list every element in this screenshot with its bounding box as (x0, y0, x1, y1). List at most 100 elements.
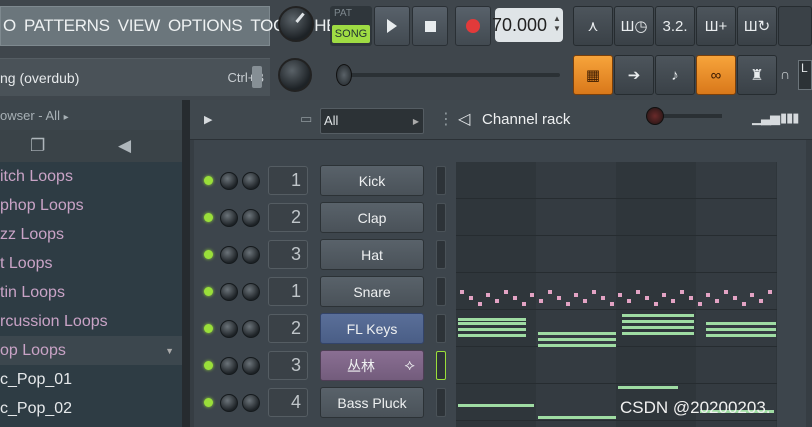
list-item[interactable]: t Loops (0, 249, 182, 278)
wand-icon[interactable]: ♪ (655, 55, 695, 95)
channel-mute-led[interactable] (204, 398, 213, 407)
channel-pan-knob[interactable] (220, 394, 238, 412)
list-item[interactable]: phop Loops (0, 191, 182, 220)
pat-label[interactable]: PAT (334, 8, 352, 19)
menu-item-file[interactable]: O (3, 16, 16, 36)
song-mode-button[interactable]: SONG (332, 25, 370, 43)
channel-mixer-track[interactable]: 2 (268, 203, 308, 232)
channel-select-strip[interactable] (436, 166, 446, 195)
note-dot (486, 293, 491, 297)
note-dot (680, 290, 684, 294)
filter-dropdown[interactable]: All ▶ (320, 108, 424, 134)
list-item[interactable]: op Loops ▼ (0, 336, 182, 365)
channel-button[interactable]: FL Keys (320, 313, 424, 344)
channel-mute-led[interactable] (204, 361, 213, 370)
channel-button[interactable]: Clap (320, 202, 424, 233)
menu-item-options[interactable]: OPTIONS (168, 16, 243, 36)
channel-volume-knob[interactable] (242, 283, 260, 301)
channel-select-strip[interactable] (436, 388, 446, 417)
output-meter[interactable]: L (798, 60, 812, 90)
watermark: CSDN @20200203. (620, 398, 771, 417)
note-dot (495, 299, 500, 303)
list-item[interactable]: c_Pop_02 (0, 394, 182, 423)
channel-volume-knob[interactable] (242, 172, 260, 190)
channel-volume-knob[interactable] (242, 394, 260, 412)
list-item[interactable]: itch Loops (0, 162, 182, 191)
speaker-icon[interactable]: ◀ (118, 136, 131, 156)
channel-pan-knob[interactable] (220, 357, 238, 375)
arrow-icon[interactable]: ➔ (614, 55, 654, 95)
channel-button[interactable]: Snare (320, 276, 424, 307)
swing-knob[interactable] (646, 107, 664, 125)
channel-mixer-track[interactable]: 3 (268, 240, 308, 269)
channel-mixer-track[interactable]: 4 (268, 388, 308, 417)
countdown-icon[interactable]: 3.2. (655, 6, 695, 46)
record-button[interactable] (455, 6, 491, 46)
play-small-icon[interactable]: ▶ (204, 113, 212, 126)
channel-pan-knob[interactable] (220, 320, 238, 338)
note-dot (759, 299, 764, 303)
channel-mute-led[interactable] (204, 176, 213, 185)
piano-roll-preview[interactable] (456, 162, 777, 427)
master-volume-handle[interactable] (336, 64, 352, 86)
channel-mute-led[interactable] (204, 250, 213, 259)
channel-pan-knob[interactable] (220, 209, 238, 227)
graph-editor-icon[interactable]: ▁▃▅ (752, 110, 780, 126)
menu-item-patterns[interactable]: PATTERNS (24, 16, 110, 36)
channel-mixer-track[interactable]: 1 (268, 166, 308, 195)
tempo-stepper-icon[interactable]: ▲ ▼ (553, 14, 561, 34)
master-volume-track[interactable] (340, 73, 560, 77)
wait-icon[interactable]: Ш◷ (614, 6, 654, 46)
list-item[interactable]: zz Loops (0, 220, 182, 249)
channel-pan-knob[interactable] (220, 246, 238, 264)
step-view-icon[interactable]: ▮▮▮ (780, 110, 799, 126)
metronome-icon[interactable]: ⋏ (573, 6, 613, 46)
hint-knob-icon[interactable] (252, 66, 262, 88)
loop-record-icon[interactable]: Ш↻ (737, 6, 777, 46)
panel-divider[interactable] (182, 100, 190, 427)
link-icon[interactable]: ∞ (696, 55, 736, 95)
channel-button[interactable]: Kick (320, 165, 424, 196)
channel-select-strip[interactable] (436, 314, 446, 343)
play-button[interactable] (374, 6, 410, 46)
list-item[interactable]: tin Loops (0, 278, 182, 307)
note-dot (653, 302, 658, 306)
channel-mixer-track[interactable]: 2 (268, 314, 308, 343)
step-edit-icon[interactable]: Ш+ (696, 6, 736, 46)
channel-select-strip[interactable] (436, 351, 446, 380)
channel-mute-led[interactable] (204, 324, 213, 333)
list-item[interactable]: c_Pop_01 (0, 365, 182, 394)
chevron-right-icon: ▸ (63, 112, 69, 123)
mixer-icon[interactable]: ♜ (737, 55, 777, 95)
channel-mute-led[interactable] (204, 213, 213, 222)
channel-mixer-track[interactable]: 3 (268, 351, 308, 380)
channel-select-strip[interactable] (436, 240, 446, 269)
list-item[interactable]: rcussion Loops (0, 307, 182, 336)
folder-icon[interactable]: ▭ (300, 111, 312, 127)
channel-pan-knob[interactable] (220, 283, 238, 301)
channel-volume-knob[interactable] (242, 246, 260, 264)
channel-volume-knob[interactable] (242, 357, 260, 375)
typing-keyboard-icon[interactable]: ▦ (573, 55, 613, 95)
note-dot (583, 299, 588, 303)
channel-name: Snare (353, 283, 391, 300)
channel-button[interactable]: 丛林 ⟡ (320, 350, 424, 381)
channel-button[interactable]: Bass Pluck (320, 387, 424, 418)
headphone-icon[interactable]: ∩ (780, 66, 794, 84)
channel-pan-knob[interactable] (220, 172, 238, 190)
channel-mute-led[interactable] (204, 287, 213, 296)
main-volume-knob[interactable] (278, 6, 314, 42)
menu-item-view[interactable]: VIEW (118, 16, 161, 36)
master-pitch-knob[interactable] (278, 58, 312, 92)
browser-title[interactable]: owser - All (0, 108, 60, 123)
channel-button[interactable]: Hat (320, 239, 424, 270)
stop-button[interactable] (412, 6, 448, 46)
channel-volume-knob[interactable] (242, 320, 260, 338)
channel-select-strip[interactable] (436, 277, 446, 306)
menu-dots-icon[interactable]: ⋮ (438, 109, 454, 129)
channel-select-strip[interactable] (436, 203, 446, 232)
channel-mixer-track[interactable]: 1 (268, 277, 308, 306)
file-icon[interactable]: ❐ (30, 136, 45, 156)
row-divider (456, 346, 777, 347)
channel-volume-knob[interactable] (242, 209, 260, 227)
